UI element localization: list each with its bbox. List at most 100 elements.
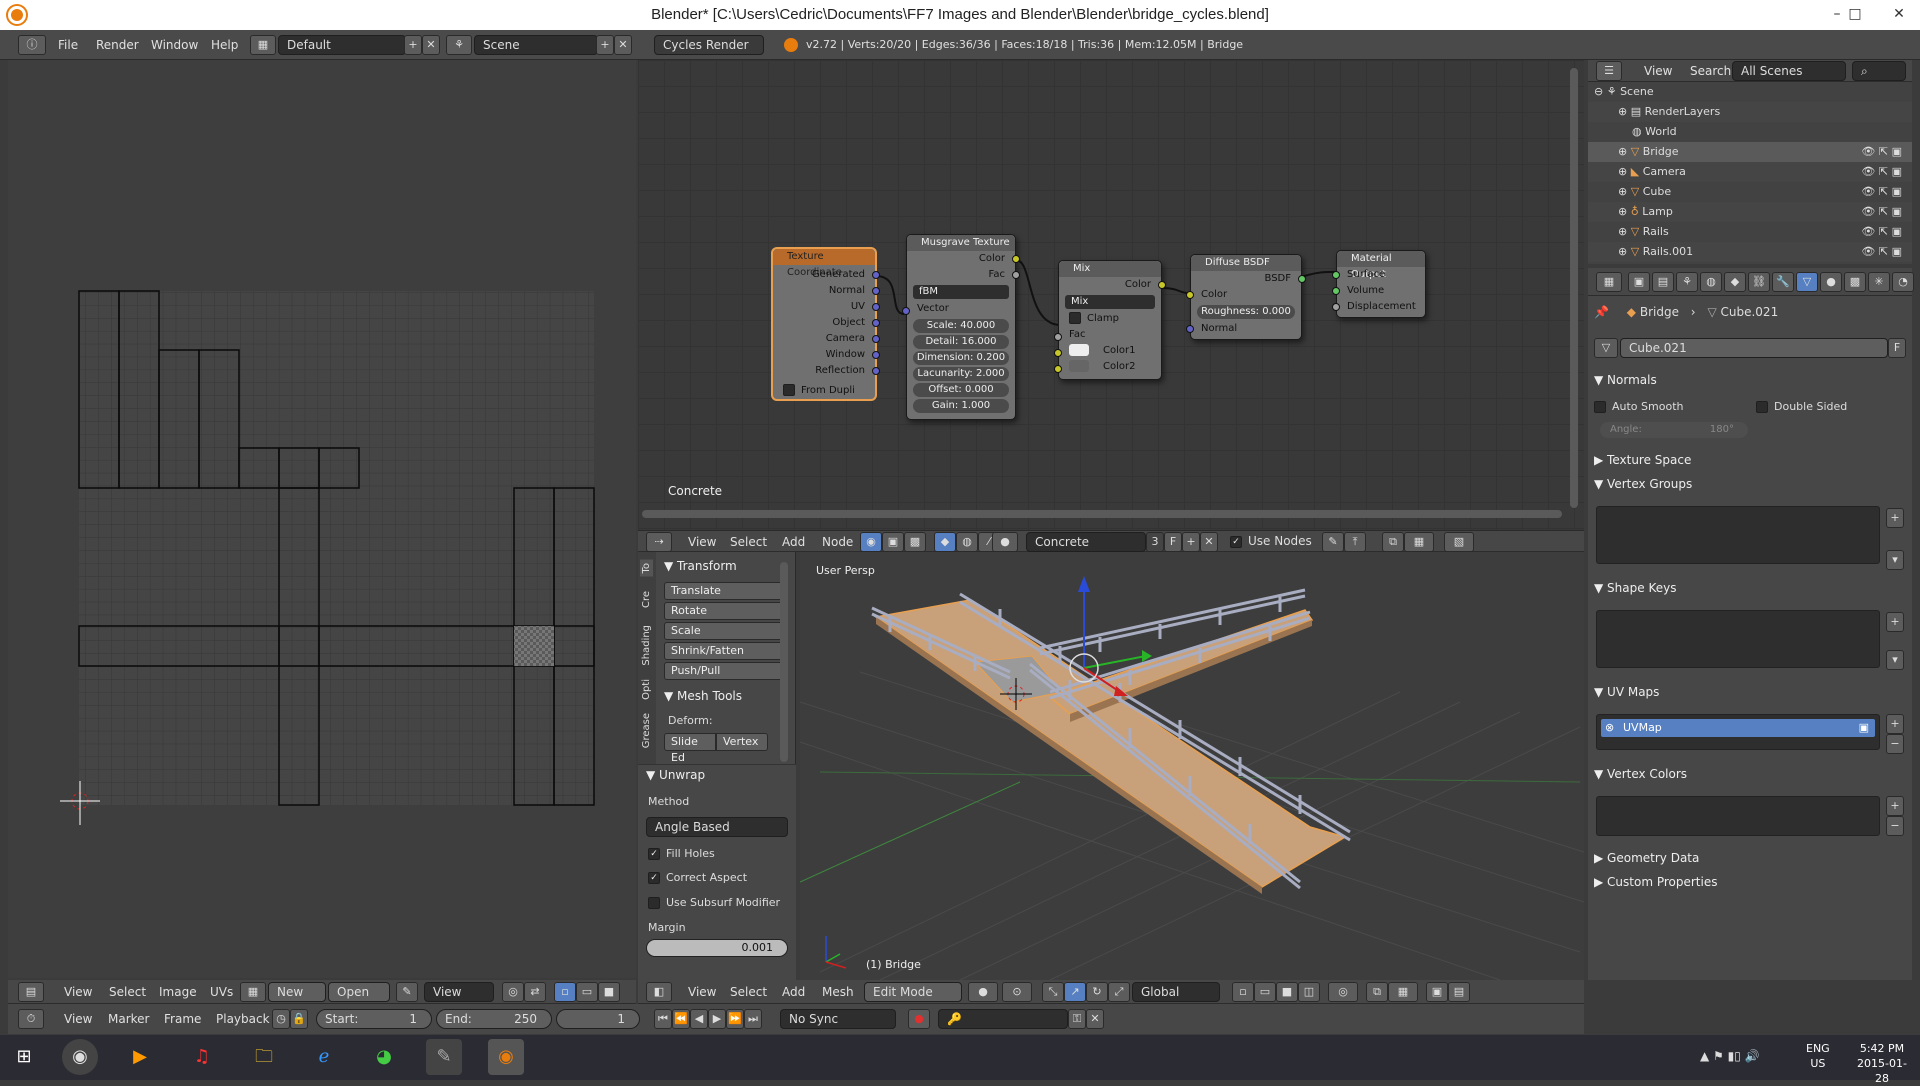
texture-tab-icon[interactable]: ▩ bbox=[1844, 272, 1866, 292]
from-dupli-checkbox[interactable] bbox=[783, 384, 795, 396]
margin-slider[interactable]: 0.001 bbox=[646, 939, 788, 957]
socket-icon[interactable] bbox=[1298, 275, 1306, 283]
socket-icon[interactable] bbox=[872, 287, 880, 295]
close-button[interactable]: ✕ bbox=[1876, 0, 1920, 30]
vertex-group-menu-icon[interactable]: ▾ bbox=[1886, 550, 1904, 570]
file-explorer-icon[interactable]: 🗀 bbox=[246, 1039, 282, 1075]
tab-options[interactable]: Opti bbox=[640, 676, 653, 703]
uv-map-item[interactable]: ⊗ UVMap ▣ bbox=[1601, 719, 1875, 737]
node-menu-add[interactable]: Add bbox=[776, 532, 811, 552]
tab-grease[interactable]: Grease bbox=[640, 710, 653, 751]
open-image-button[interactable]: Open bbox=[328, 982, 390, 1002]
node-menu-view[interactable]: View bbox=[682, 532, 722, 552]
uv-maps-panel-header[interactable]: ▼ UV Maps bbox=[1594, 682, 1906, 702]
uv-vertex-select-icon[interactable]: ▫ bbox=[554, 982, 576, 1002]
timeline-menu-view[interactable]: View bbox=[58, 1009, 98, 1029]
node-menu-select[interactable]: Select bbox=[724, 532, 773, 552]
viewport-shading-icon[interactable]: ● bbox=[968, 982, 998, 1002]
uv-face-select-icon[interactable]: ■ bbox=[598, 982, 620, 1002]
outliner-item-cube[interactable]: ⊕ ▽ Cube 👁 ⇱ ▣ bbox=[1588, 182, 1912, 202]
uv-menu-image[interactable]: Image bbox=[153, 982, 203, 1002]
start-frame-field[interactable]: Start: 1 bbox=[316, 1009, 432, 1029]
socket-icon[interactable] bbox=[1054, 365, 1062, 373]
compositing-nodes-icon[interactable]: ▣ bbox=[882, 532, 904, 552]
uv-edge-select-icon[interactable]: ▭ bbox=[576, 982, 598, 1002]
add-scene-icon[interactable]: + bbox=[596, 35, 614, 55]
scene-dropdown[interactable]: Scene bbox=[474, 35, 598, 55]
pin-icon[interactable]: 📌 bbox=[1594, 305, 1609, 319]
musgrave-detail-field[interactable]: Detail: 16.000 bbox=[913, 335, 1009, 349]
mesh-browse-icon[interactable]: ▽ bbox=[1594, 338, 1618, 358]
uv-image-editor[interactable] bbox=[8, 60, 636, 978]
socket-icon[interactable] bbox=[1186, 291, 1194, 299]
add-vertex-color-icon[interactable]: + bbox=[1886, 796, 1904, 816]
remove-vertex-color-icon[interactable]: − bbox=[1886, 816, 1904, 836]
sync-selection-icon[interactable]: ⇄ bbox=[524, 982, 546, 1002]
shape-keys-list[interactable] bbox=[1596, 610, 1880, 668]
vertex-groups-panel-header[interactable]: ▼ Vertex Groups bbox=[1594, 474, 1906, 494]
jump-prev-keyframe-icon[interactable]: ⏪ bbox=[672, 1009, 690, 1029]
socket-icon[interactable] bbox=[872, 271, 880, 279]
material-name-field[interactable]: Concrete bbox=[1026, 532, 1146, 552]
pivot-icon[interactable]: ◎ bbox=[502, 982, 524, 1002]
add-material-icon[interactable]: + bbox=[1182, 532, 1200, 552]
pin-image-icon[interactable]: ✎ bbox=[396, 982, 418, 1002]
material-tab-icon[interactable]: ● bbox=[1820, 272, 1842, 292]
auto-smooth-angle-field[interactable]: Angle: 180° bbox=[1600, 422, 1748, 438]
shrink-fatten-button[interactable]: Shrink/Fatten bbox=[664, 642, 788, 660]
play-icon[interactable]: ▶ bbox=[708, 1009, 726, 1029]
geometry-data-panel-header[interactable]: ▶ Geometry Data bbox=[1594, 848, 1906, 868]
outliner-item-rails[interactable]: ⊕ ▽ Rails 👁 ⇱ ▣ bbox=[1588, 222, 1912, 242]
outliner-item-renderlayers[interactable]: ⊕ ▤ RenderLayers bbox=[1588, 102, 1912, 122]
lock-range-icon[interactable]: 🔒 bbox=[290, 1009, 308, 1029]
tab-shading[interactable]: Shading bbox=[640, 622, 653, 669]
maximize-button[interactable]: □ bbox=[1832, 0, 1878, 30]
outliner-item-rails-001[interactable]: ⊕ ▽ Rails.001 👁 ⇱ ▣ bbox=[1588, 242, 1912, 262]
outliner-item-bridge[interactable]: ⊕ ▽ Bridge 👁 ⇱ ▣ bbox=[1588, 142, 1912, 162]
tab-tools[interactable]: To bbox=[640, 560, 653, 577]
edge-select-icon[interactable]: ▭ bbox=[1254, 982, 1276, 1002]
auto-keying-icon[interactable]: ● bbox=[908, 1009, 930, 1029]
editor-type-uv-icon[interactable]: ▤ bbox=[18, 982, 44, 1002]
screen-layout-dropdown[interactable]: Default bbox=[278, 35, 406, 55]
outliner-item-world[interactable]: ◍ World bbox=[1588, 122, 1912, 142]
jump-end-icon[interactable]: ⏭ bbox=[744, 1009, 762, 1029]
shape-keys-panel-header[interactable]: ▼ Shape Keys bbox=[1594, 578, 1906, 598]
socket-icon[interactable] bbox=[872, 303, 880, 311]
copy-paste-nodes-icon[interactable]: ▧ bbox=[1444, 532, 1474, 552]
material-browse-icon[interactable]: ● bbox=[992, 532, 1018, 552]
editor-type-node-icon[interactable]: ⇢ bbox=[646, 532, 672, 552]
material-output-node[interactable]: Material Output Surface Volume Displacem… bbox=[1332, 250, 1426, 318]
sync-mode-dropdown[interactable]: No Sync bbox=[780, 1009, 896, 1029]
snap-element-icon[interactable]: ▦ bbox=[1388, 982, 1418, 1002]
outliner-item-scene[interactable]: ⊖ ⚘ Scene bbox=[1588, 82, 1912, 102]
world-shader-icon[interactable]: ◍ bbox=[956, 532, 978, 552]
clamp-checkbox[interactable] bbox=[1069, 312, 1081, 324]
socket-icon[interactable] bbox=[1012, 271, 1020, 279]
socket-icon[interactable] bbox=[872, 335, 880, 343]
double-sided-checkbox[interactable] bbox=[1756, 401, 1768, 413]
3d-menu-view[interactable]: View bbox=[682, 982, 722, 1002]
chrome-icon[interactable]: ◕ bbox=[366, 1039, 402, 1075]
push-pull-button[interactable]: Push/Pull bbox=[664, 662, 788, 680]
uv-menu-select[interactable]: Select bbox=[103, 982, 152, 1002]
correct-aspect-checkbox[interactable]: ✓ bbox=[648, 872, 660, 884]
menu-help[interactable]: Help bbox=[205, 35, 244, 55]
color2-swatch[interactable] bbox=[1069, 360, 1089, 372]
insert-keyframe-icon[interactable]: ⚿ bbox=[1068, 1009, 1086, 1029]
remove-uv-map-icon[interactable]: − bbox=[1886, 734, 1904, 754]
use-subsurf-checkbox[interactable] bbox=[648, 897, 660, 909]
material-fake-user-button[interactable]: F bbox=[1164, 532, 1182, 552]
socket-icon[interactable] bbox=[1158, 281, 1166, 289]
scene-icon[interactable]: ⚘ bbox=[446, 35, 472, 55]
timeline-menu-frame[interactable]: Frame bbox=[158, 1009, 207, 1029]
socket-icon[interactable] bbox=[1054, 333, 1062, 341]
auto-smooth-checkbox[interactable] bbox=[1594, 401, 1606, 413]
vertex-groups-list[interactable] bbox=[1596, 506, 1880, 564]
gimp-icon[interactable]: ✎ bbox=[426, 1039, 462, 1075]
musgrave-scale-field[interactable]: Scale: 40.000 bbox=[913, 319, 1009, 333]
tool-shelf-scrollbar[interactable] bbox=[780, 562, 788, 762]
socket-icon[interactable] bbox=[1186, 325, 1194, 333]
outliner-item-lamp[interactable]: ⊕ ♁ Lamp 👁 ⇱ ▣ bbox=[1588, 202, 1912, 222]
socket-icon[interactable] bbox=[872, 351, 880, 359]
